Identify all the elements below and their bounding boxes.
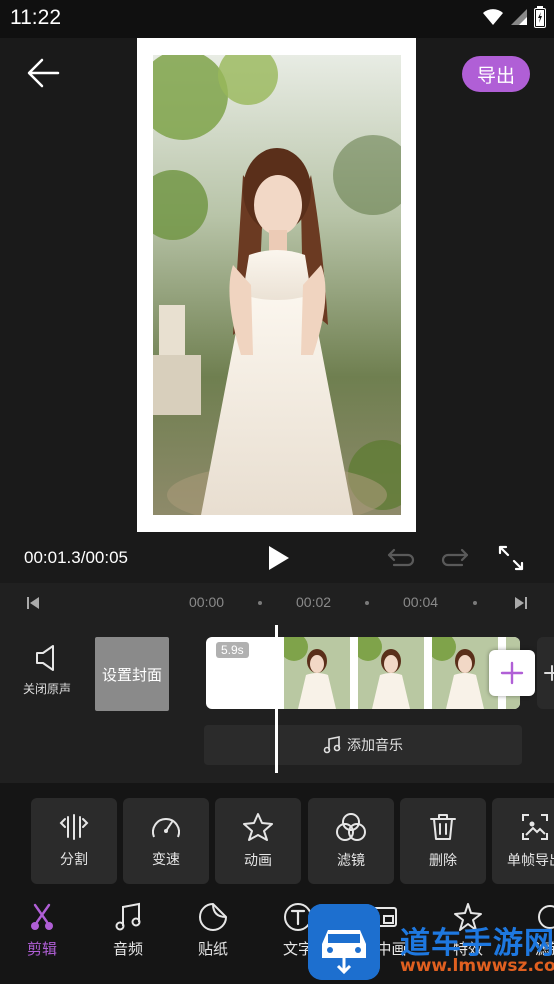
- fullscreen-button[interactable]: [496, 543, 526, 573]
- frame-export-icon: [522, 814, 548, 840]
- delete-button[interactable]: 删除: [400, 798, 486, 884]
- play-button[interactable]: [264, 544, 292, 572]
- watermark-logo-icon: [308, 904, 380, 980]
- filter-button[interactable]: 滤镜: [308, 798, 394, 884]
- nav-item-audio[interactable]: 音频: [98, 902, 158, 959]
- speed-button[interactable]: 变速: [123, 798, 209, 884]
- set-cover-button[interactable]: 设置封面: [95, 637, 169, 711]
- scissors-icon: [31, 903, 53, 930]
- add-track-button[interactable]: [537, 637, 554, 709]
- music-note-icon: [115, 902, 141, 931]
- video-clip-track[interactable]: [206, 637, 520, 709]
- tool-label: 分割: [60, 852, 88, 868]
- site-watermark: 道车手游网 www.lmwwsz.com: [308, 904, 554, 984]
- ruler-label: 00:04: [403, 594, 439, 610]
- video-preview-image: [153, 55, 401, 515]
- fullscreen-icon: [498, 545, 524, 571]
- add-music-label: 添加音乐: [347, 738, 403, 754]
- tool-label: 滤镜: [337, 853, 365, 869]
- trash-icon: [430, 814, 456, 840]
- playback-time: 00:01.3/00:05: [24, 548, 128, 567]
- skip-to-start-icon[interactable]: [26, 596, 40, 610]
- status-time: 11:22: [10, 6, 61, 29]
- ruler-label: 00:02: [296, 594, 332, 610]
- undo-icon: [387, 548, 415, 567]
- playhead[interactable]: [275, 625, 278, 773]
- frame-export-button[interactable]: 单帧导出: [492, 798, 554, 884]
- nav-label: 音频: [112, 940, 143, 958]
- mute-original-audio-button[interactable]: 关闭原声: [18, 644, 76, 708]
- undo-button[interactable]: [386, 546, 416, 570]
- nav-item-edit[interactable]: 剪辑: [12, 902, 72, 959]
- edit-tools-row: 分割 变速 动画 滤镜 删除 单帧导出: [0, 798, 554, 886]
- music-note-icon: [323, 736, 341, 754]
- signal-icon: [511, 9, 527, 25]
- nav-label: 贴纸: [197, 940, 228, 958]
- mute-label: 关闭原声: [22, 682, 71, 696]
- status-icons: [482, 6, 546, 28]
- skip-to-end-icon[interactable]: [514, 596, 528, 610]
- clip-thumbnail: [358, 637, 424, 709]
- redo-button[interactable]: [440, 546, 470, 570]
- back-button[interactable]: [24, 54, 62, 92]
- clip-duration-badge: 5.9s: [216, 642, 249, 658]
- ruler-label: 00:00: [189, 594, 225, 610]
- video-preview-frame[interactable]: [137, 38, 416, 532]
- plus-icon: [544, 665, 554, 681]
- arrow-left-icon: [27, 58, 60, 88]
- add-clip-button[interactable]: [489, 650, 535, 696]
- plus-icon: [500, 661, 524, 685]
- star-icon: [243, 813, 273, 841]
- tool-label: 变速: [152, 852, 180, 868]
- ruler-dot: [473, 601, 477, 605]
- battery-icon: [534, 6, 546, 28]
- ruler-dot: [258, 601, 262, 605]
- watermark-url: www.lmwwsz.com: [400, 956, 554, 976]
- tool-label: 动画: [244, 853, 272, 869]
- play-icon: [269, 546, 289, 570]
- split-button[interactable]: 分割: [31, 798, 117, 884]
- sticker-icon: [199, 903, 227, 931]
- tool-label: 单帧导出: [507, 853, 554, 869]
- redo-icon: [441, 548, 469, 567]
- split-icon: [59, 814, 89, 840]
- add-music-track[interactable]: 添加音乐: [204, 725, 522, 765]
- nav-item-sticker[interactable]: 贴纸: [183, 902, 243, 959]
- speaker-icon: [36, 645, 54, 671]
- export-button[interactable]: 导出: [462, 56, 530, 92]
- tool-label: 删除: [429, 853, 457, 869]
- clip-thumbnail: [284, 637, 350, 709]
- wifi-icon: [483, 9, 503, 25]
- ruler-dot: [365, 601, 369, 605]
- filter-circles-icon: [336, 813, 366, 841]
- animation-button[interactable]: 动画: [215, 798, 301, 884]
- speedometer-icon: [152, 818, 180, 838]
- timeline-ruler: 00:00 00:02 00:04: [0, 586, 554, 620]
- nav-label: 剪辑: [26, 940, 57, 958]
- status-bar: 11:22: [0, 0, 554, 38]
